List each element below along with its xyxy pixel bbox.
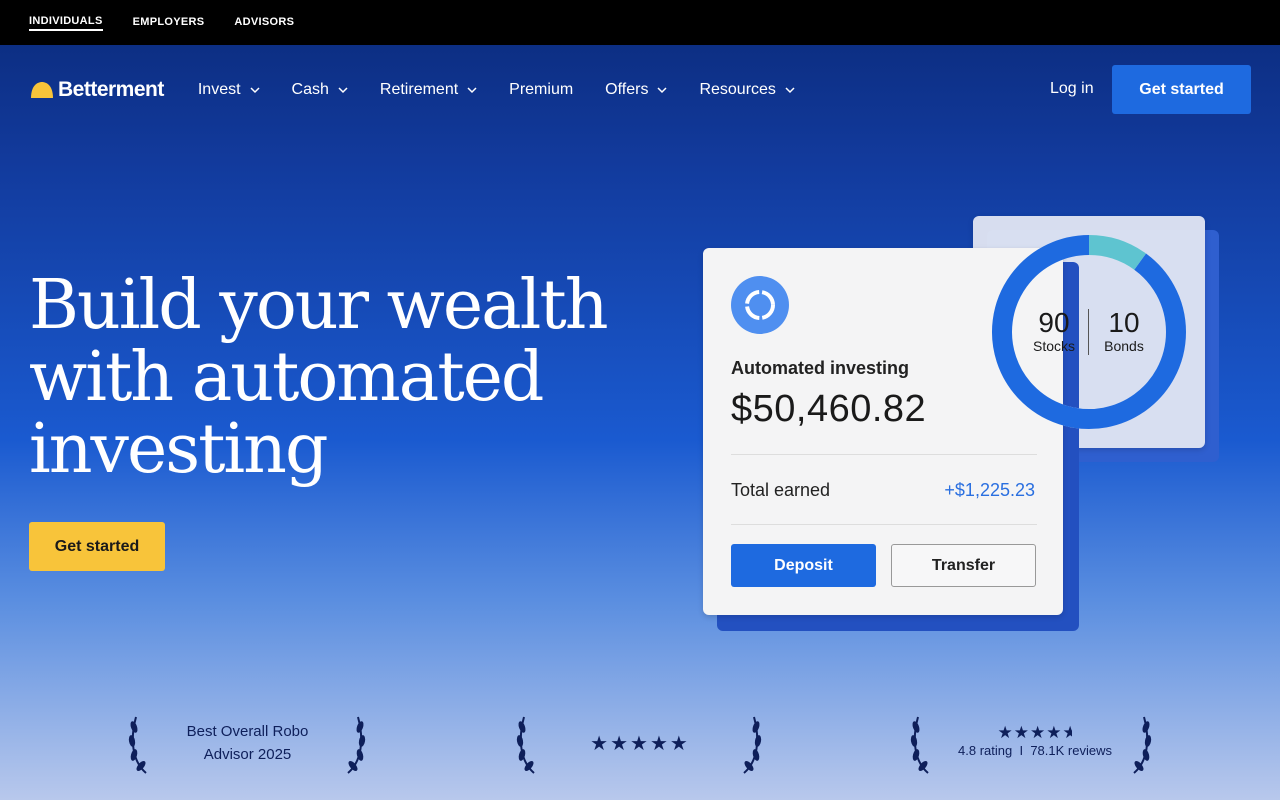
hero-title-line: with automated: [29, 338, 544, 417]
bonds-label: Bonds: [1104, 338, 1144, 354]
hero-title: Build your wealth with automated investi…: [29, 270, 629, 486]
rating-separator: I: [1019, 743, 1024, 758]
topbar-link-individuals[interactable]: INDIVIDUALS: [29, 15, 103, 31]
chevron-down-icon: [338, 86, 348, 93]
logo-mark-icon: [31, 82, 53, 98]
laurel-left-icon: [128, 716, 147, 774]
main-nav: Betterment Invest Cash Retirement Premiu…: [0, 45, 1280, 135]
star-rating-icon: ★★★★★: [940, 723, 1130, 743]
donut-bonds-arc: [1088, 235, 1147, 270]
nav-item-label: Resources: [699, 81, 776, 98]
account-label: Automated investing: [731, 358, 910, 378]
award-five-stars: ★★★★★: [560, 731, 720, 756]
audience-bar: INDIVIDUALS EMPLOYERS ADVISORS: [0, 0, 1280, 45]
half-star-icon: ★: [1062, 723, 1073, 742]
chevron-down-icon: [250, 86, 260, 93]
stocks-value: 90: [1038, 307, 1070, 338]
nav-item-premium[interactable]: Premium: [509, 81, 573, 99]
award-best-robo: Best Overall Robo Advisor 2025: [165, 720, 330, 766]
hero-get-started-button[interactable]: Get started: [29, 522, 165, 571]
hero-title-line: Build your wealth: [29, 266, 609, 345]
bonds-stat: 10 Bonds: [1098, 307, 1150, 355]
login-link[interactable]: Log in: [1050, 80, 1094, 98]
hero-title-line: investing: [29, 410, 329, 489]
stocks-label: Stocks: [1032, 338, 1075, 354]
account-balance: $50,460.82: [731, 388, 927, 430]
laurel-right-icon: [743, 716, 762, 774]
stat-divider: [1088, 309, 1089, 355]
portfolio-ring-icon: [745, 290, 775, 320]
nav-item-label: Invest: [197, 81, 241, 98]
laurel-right-icon: [347, 716, 366, 774]
portfolio-icon: [731, 276, 789, 334]
topbar-link-advisors[interactable]: ADVISORS: [234, 16, 294, 30]
award-text: Advisor 2025: [203, 746, 292, 763]
earned-value: +$1,225.23: [944, 480, 1035, 500]
laurel-left-icon: [910, 716, 929, 774]
nav-get-started-button[interactable]: Get started: [1112, 65, 1251, 114]
nav-item-cash[interactable]: Cash: [292, 81, 348, 99]
nav-item-label: Premium: [509, 81, 574, 98]
chevron-down-icon: [657, 86, 667, 93]
divider: [731, 454, 1037, 455]
nav-item-resources[interactable]: Resources: [699, 81, 795, 99]
brand-name: Betterment: [58, 78, 164, 101]
nav-item-offers[interactable]: Offers: [605, 81, 667, 99]
nav-item-invest[interactable]: Invest: [198, 81, 260, 99]
rating-line: 4.8 rating I 78.1K reviews: [940, 743, 1130, 758]
stocks-stat: 90 Stocks: [1028, 307, 1080, 355]
full-stars: ★★★★: [997, 723, 1063, 742]
transfer-button[interactable]: Transfer: [891, 544, 1036, 587]
star-rating-icon: ★★★★★: [590, 733, 690, 755]
divider: [731, 524, 1037, 525]
allocation-donut: [992, 235, 1186, 429]
review-count: 78.1K reviews: [1030, 743, 1112, 758]
award-text: Best Overall Robo: [186, 723, 309, 740]
laurel-left-icon: [516, 716, 535, 774]
chevron-down-icon: [467, 86, 477, 93]
nav-item-label: Retirement: [379, 81, 459, 98]
earned-label: Total earned: [731, 480, 831, 500]
rating-value: 4.8 rating: [958, 743, 1013, 758]
bonds-value: 10: [1108, 307, 1140, 338]
nav-item-label: Cash: [291, 81, 329, 98]
brand-logo[interactable]: Betterment: [30, 78, 164, 102]
chevron-down-icon: [785, 86, 795, 93]
nav-item-retirement[interactable]: Retirement: [380, 81, 477, 99]
award-app-rating: ★★★★★ 4.8 rating I 78.1K reviews: [940, 723, 1130, 758]
nav-menu: Invest Cash Retirement Premium Offers Re…: [198, 81, 795, 99]
deposit-button[interactable]: Deposit: [731, 544, 876, 587]
topbar-link-employers[interactable]: EMPLOYERS: [133, 16, 205, 30]
nav-item-label: Offers: [605, 81, 649, 98]
laurel-right-icon: [1133, 716, 1152, 774]
